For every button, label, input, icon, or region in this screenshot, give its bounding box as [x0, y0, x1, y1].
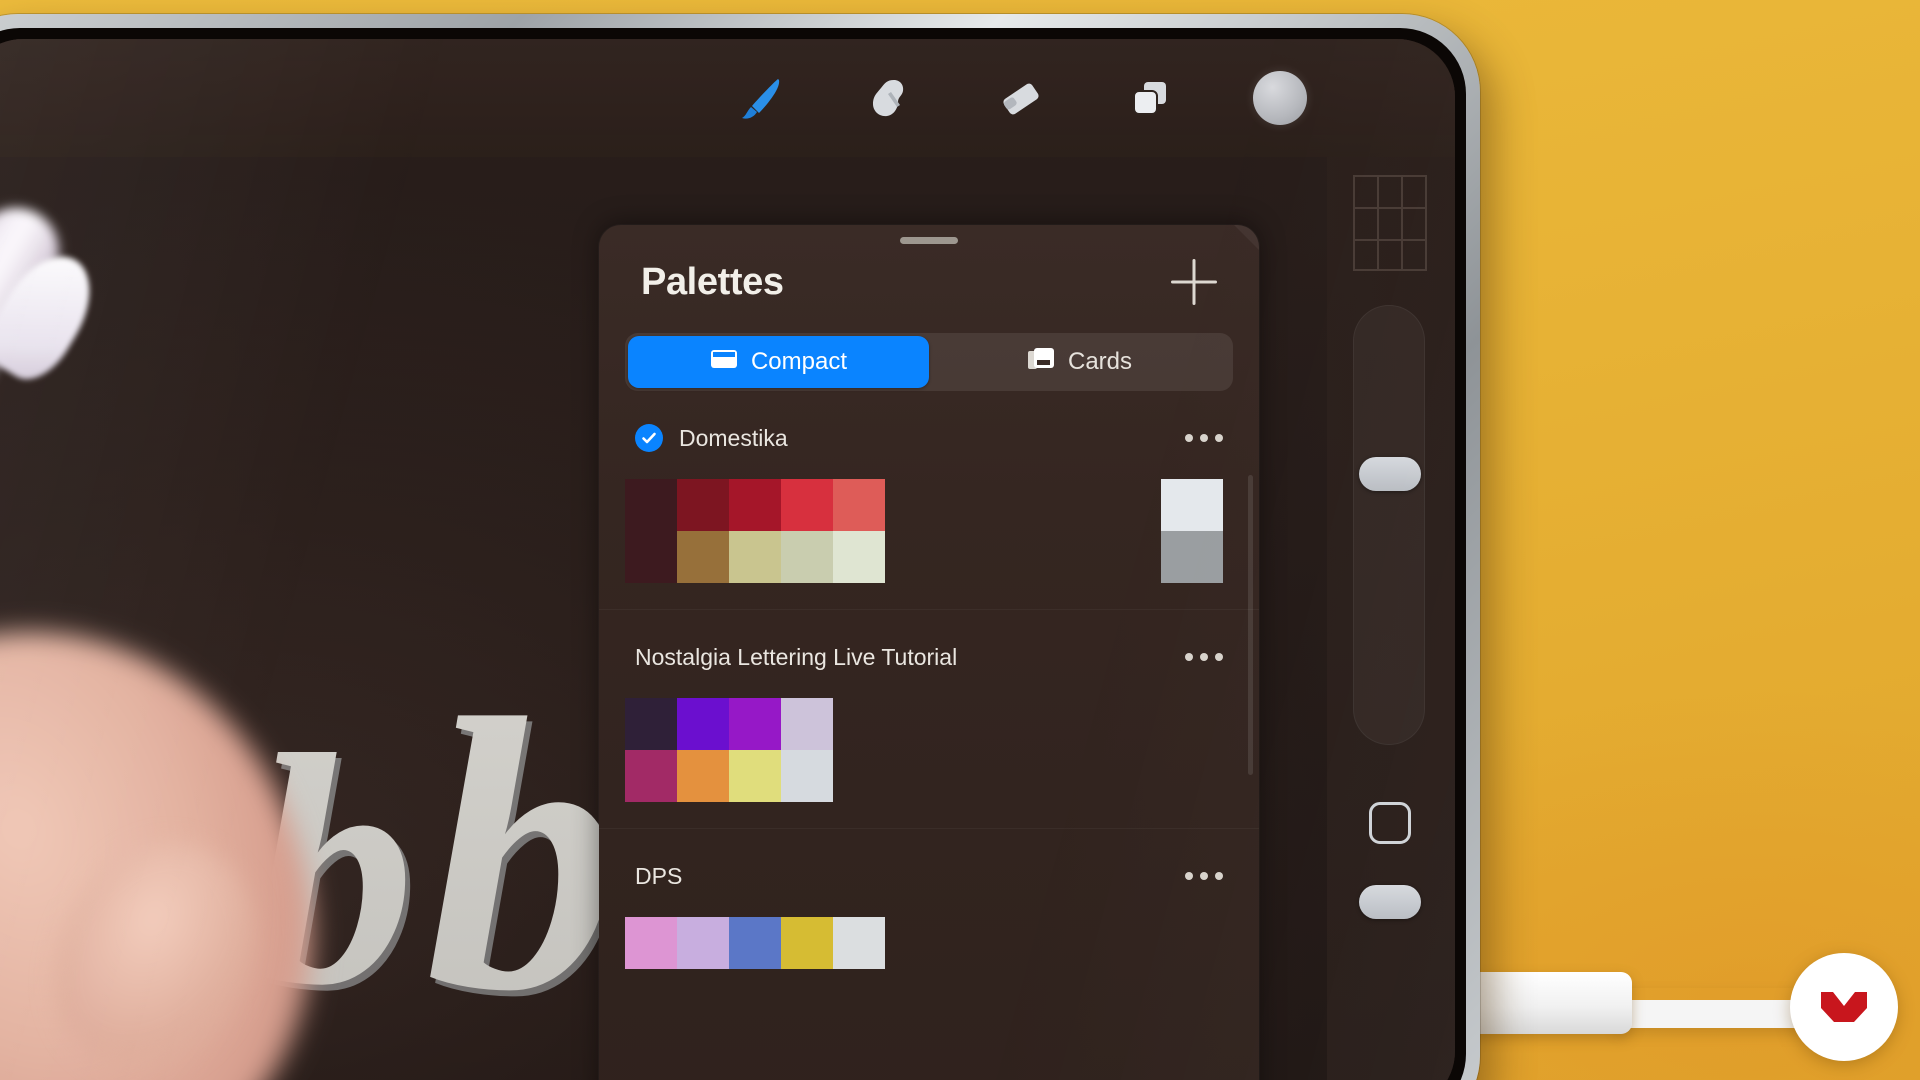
palette-name: Nostalgia Lettering Live Tutorial — [635, 643, 958, 670]
color-swatch[interactable] — [833, 479, 885, 531]
palette-list: Domestika Nostalgia Lettering Live Tutor… — [599, 417, 1259, 995]
color-swatch[interactable] — [625, 698, 677, 750]
palette-name: DPS — [635, 862, 683, 889]
panel-caret-icon — [1234, 225, 1259, 251]
color-swatch[interactable] — [625, 917, 677, 969]
color-swatch[interactable] — [677, 698, 729, 750]
dot — [1215, 434, 1223, 442]
dot — [1200, 653, 1208, 661]
palette-section: Domestika — [599, 417, 1259, 609]
palette-header: Domestika — [599, 417, 1259, 459]
color-swatch[interactable] — [729, 479, 781, 531]
grid-icon — [1353, 175, 1427, 271]
color-swatch[interactable] — [781, 917, 833, 969]
color-swatch[interactable] — [781, 698, 833, 750]
color-swatch[interactable] — [677, 917, 729, 969]
page-title: Palettes — [641, 260, 784, 303]
color-swatch[interactable] — [729, 917, 781, 969]
dot — [1215, 872, 1223, 880]
compact-card-icon — [710, 348, 738, 377]
palette-more-button[interactable] — [1181, 645, 1227, 669]
dot — [1200, 872, 1208, 880]
view-mode-segmented-control: Compact Cards — [625, 333, 1233, 391]
palettes-panel: Palettes Compact Cards Domestika Nostalg… — [599, 225, 1259, 1080]
dot — [1185, 872, 1193, 880]
opacity-slider[interactable] — [1359, 885, 1421, 919]
color-swatch[interactable] — [625, 531, 677, 583]
dot — [1185, 653, 1193, 661]
tab-cards[interactable]: Cards — [929, 336, 1230, 388]
swatch-grid — [625, 479, 885, 583]
color-swatch-button[interactable] — [1253, 71, 1307, 125]
layers-icon[interactable] — [1123, 71, 1177, 125]
color-swatch[interactable] — [833, 917, 885, 969]
modify-button[interactable] — [1369, 802, 1411, 844]
palette-more-button[interactable] — [1181, 426, 1227, 450]
color-swatch[interactable] — [781, 750, 833, 802]
ipad-device: b b a — [0, 14, 1480, 1080]
tab-compact-label: Compact — [750, 348, 848, 375]
eraser-icon[interactable] — [993, 71, 1047, 125]
brush-size-slider[interactable] — [1359, 457, 1421, 491]
tab-cards-label: Cards — [1067, 348, 1133, 375]
dot — [1215, 653, 1223, 661]
swatch-grid — [625, 917, 885, 969]
palette-more-button[interactable] — [1181, 864, 1227, 888]
palette-section: DPS — [599, 828, 1259, 995]
tab-compact[interactable]: Compact — [628, 336, 929, 388]
cards-stack-icon — [1027, 347, 1055, 378]
right-sidebar — [1327, 157, 1455, 1080]
paint-brush-icon[interactable] — [733, 71, 787, 125]
smudge-icon[interactable] — [863, 71, 917, 125]
palette-header: DPS — [599, 855, 1259, 897]
color-swatch[interactable] — [781, 531, 833, 583]
selected-check-icon — [635, 424, 663, 452]
top-toolbar — [0, 39, 1455, 157]
color-swatch[interactable] — [833, 531, 885, 583]
secondary-swatch-column — [1161, 479, 1223, 583]
ipad-bezel: b b a — [0, 28, 1466, 1080]
dot — [1200, 434, 1208, 442]
color-swatch[interactable] — [1161, 531, 1223, 583]
color-swatch[interactable] — [1161, 479, 1223, 531]
color-swatch[interactable] — [677, 479, 729, 531]
palette-section: Nostalgia Lettering Live Tutorial — [599, 609, 1259, 828]
color-swatch[interactable] — [625, 479, 677, 531]
panel-scrollbar[interactable] — [1248, 475, 1253, 775]
color-swatch[interactable] — [729, 531, 781, 583]
artwork-letter: b — [425, 639, 620, 1071]
dot — [1185, 434, 1193, 442]
add-palette-button[interactable] — [1171, 259, 1217, 305]
color-swatch[interactable] — [677, 750, 729, 802]
domestika-mark-icon — [1821, 992, 1867, 1022]
color-swatch[interactable] — [729, 750, 781, 802]
color-swatch[interactable] — [729, 698, 781, 750]
usb-cable-plug — [1462, 972, 1632, 1034]
panel-grab-handle[interactable] — [900, 237, 958, 244]
palette-header: Nostalgia Lettering Live Tutorial — [599, 636, 1259, 678]
brush-settings-track — [1353, 305, 1425, 745]
palette-name: Domestika — [679, 424, 788, 451]
swatch-grid — [625, 698, 833, 802]
color-swatch[interactable] — [625, 750, 677, 802]
color-swatch[interactable] — [677, 531, 729, 583]
domestika-logo — [1790, 953, 1898, 1061]
ipad-screen: b b a — [0, 39, 1455, 1080]
color-swatch[interactable] — [781, 479, 833, 531]
